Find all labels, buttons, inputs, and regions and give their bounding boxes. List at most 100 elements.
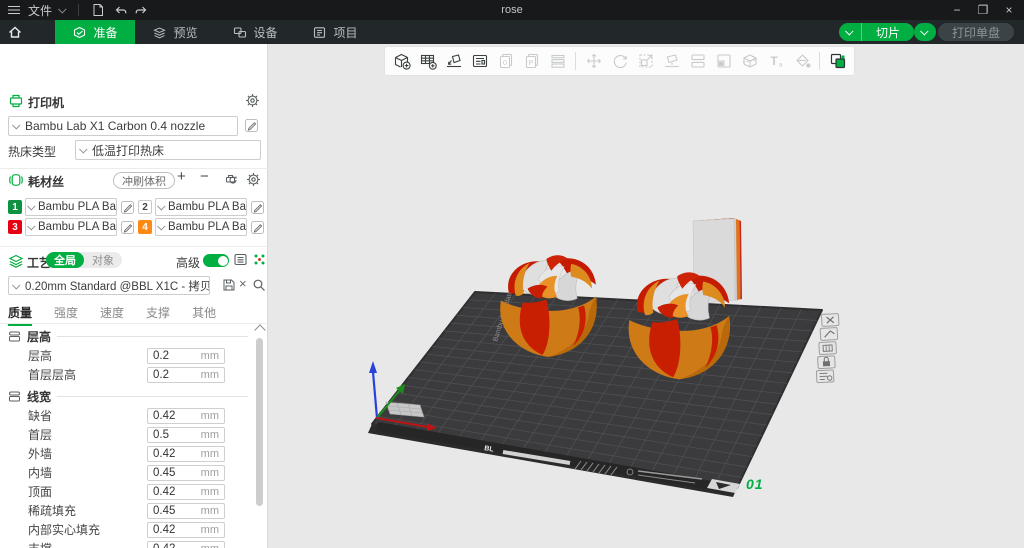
save-preset-icon[interactable] (222, 278, 236, 292)
plate-settings-icon[interactable] (819, 342, 837, 355)
variable-layer-height-icon (545, 49, 570, 73)
print-options-button[interactable] (914, 23, 936, 41)
slice-options-button[interactable] (839, 23, 862, 41)
text-icon: Ta (763, 49, 788, 73)
printer-settings-gear-icon[interactable] (245, 93, 260, 108)
hamburger-menu-icon[interactable] (8, 6, 20, 15)
advanced-toggle[interactable] (203, 254, 229, 267)
filament-chip-3[interactable]: 3 (8, 220, 22, 234)
settings-compare-icon[interactable] (252, 252, 267, 267)
param-input[interactable]: 0.42 mm (147, 484, 225, 500)
param-input[interactable]: 0.42 mm (147, 408, 225, 424)
param-unit: mm (201, 467, 219, 479)
undo-icon[interactable] (113, 3, 127, 17)
project-icon (312, 25, 327, 40)
objects-list-icon[interactable] (233, 252, 248, 267)
copy-object-icon: 0 (493, 49, 518, 73)
tab-label: 预览 (173, 24, 197, 41)
section-header-层高[interactable]: 层高 (8, 326, 252, 346)
param-input[interactable]: 0.45 mm (147, 503, 225, 519)
section-header-线宽[interactable]: 线宽 (8, 386, 252, 406)
titlebar-divider (78, 4, 79, 16)
add-filament-button[interactable]: + (177, 168, 186, 185)
tab-prepare[interactable]: 准备 (55, 20, 135, 44)
device-icon (232, 25, 247, 40)
param-row: 缺省 0.42 mm (28, 406, 252, 425)
param-input[interactable]: 0.42 mm (147, 446, 225, 462)
title-bar: 文件 rose − ❐ × (0, 0, 1024, 20)
preview-icon (152, 25, 167, 40)
param-input[interactable]: 0.42 mm (147, 522, 225, 538)
scroll-up-icon[interactable] (254, 324, 265, 335)
process-preset-select[interactable]: 0.20mm Standard @BBL X1C - 拷贝 (8, 276, 210, 295)
filament-chip-1[interactable]: 1 (8, 200, 22, 214)
delete-preset-icon[interactable]: × (239, 276, 247, 291)
slice-button[interactable]: 切片 (862, 23, 914, 41)
file-menu[interactable]: 文件 (28, 2, 52, 19)
add-model-icon[interactable] (389, 49, 414, 73)
restore-button[interactable]: ❐ (970, 0, 996, 20)
param-label: 首层 (28, 426, 148, 443)
filament-select-1[interactable]: Bambu PLA Basic (25, 198, 117, 216)
assembly-view-icon[interactable] (825, 49, 850, 73)
minimize-button[interactable]: − (944, 0, 970, 20)
print-plate-button[interactable]: 打印单盘 (938, 23, 1014, 41)
flush-volume-button[interactable]: 冲刷体积 (113, 172, 175, 189)
add-plate-icon[interactable] (415, 49, 440, 73)
section-divider (0, 168, 268, 169)
advanced-label: 高级 (176, 254, 200, 271)
remove-filament-button[interactable]: − (200, 168, 209, 185)
filament-select-3[interactable]: Bambu PLA Basic (25, 218, 117, 236)
home-button[interactable] (0, 20, 30, 44)
tab-preview[interactable]: 预览 (135, 20, 215, 44)
param-unit: mm (201, 543, 219, 548)
scope-global[interactable]: 全局 (46, 252, 84, 268)
rotate-icon (607, 49, 632, 73)
printer-preset-select[interactable]: Bambu Lab X1 Carbon 0.4 nozzle (8, 116, 238, 136)
chevron-down-icon (27, 222, 35, 230)
redo-icon[interactable] (135, 3, 149, 17)
param-input[interactable]: 0.42 mm (147, 541, 225, 548)
search-settings-icon[interactable] (252, 278, 266, 292)
delete-plate-icon[interactable] (821, 314, 839, 327)
svg-text:P: P (528, 58, 533, 67)
param-input[interactable]: 0.2 mm (147, 367, 225, 383)
param-unit: mm (201, 350, 219, 362)
chevron-down-icon (12, 281, 20, 289)
new-project-icon[interactable] (91, 3, 105, 17)
file-menu-chevron-icon[interactable] (58, 5, 66, 13)
scrollbar[interactable] (253, 324, 266, 548)
param-label: 外墙 (28, 445, 148, 462)
filament-settings-gear-icon[interactable] (246, 172, 261, 187)
plate-filament-settings-icon[interactable] (816, 370, 834, 383)
edit-printer-preset-icon[interactable] (244, 118, 259, 133)
edit-filament-icon-3[interactable] (120, 220, 135, 235)
param-input[interactable]: 0.5 mm (147, 427, 225, 443)
edit-filament-icon-1[interactable] (120, 200, 135, 215)
scope-objects[interactable]: 对象 (84, 252, 122, 268)
close-button[interactable]: × (996, 0, 1022, 20)
chevron-down-icon (845, 27, 853, 35)
scrollbar-thumb[interactable] (256, 338, 263, 506)
auto-arrange-icon[interactable] (467, 49, 492, 73)
edit-filament-icon-4[interactable] (250, 220, 265, 235)
param-input[interactable]: 0.2 mm (147, 348, 225, 364)
auto-orient-icon[interactable] (441, 49, 466, 73)
filament-select-2[interactable]: Bambu PLA Basic (155, 198, 247, 216)
edit-filament-icon-2[interactable] (250, 200, 265, 215)
lock-plate-icon[interactable] (818, 356, 836, 369)
param-label: 支撑 (28, 540, 148, 548)
filament-select-4[interactable]: Bambu PLA Basic (155, 218, 247, 236)
param-input[interactable]: 0.45 mm (147, 465, 225, 481)
scope-toggle: 全局 对象 (46, 252, 122, 268)
filament-chip-4[interactable]: 4 (138, 220, 152, 234)
filament-chip-2[interactable]: 2 (138, 200, 152, 214)
printer-section-title: 打印机 (28, 94, 64, 111)
tab-project[interactable]: 项目 (295, 20, 375, 44)
arrange-plate-icon[interactable] (820, 328, 838, 341)
sync-filament-icon[interactable] (224, 172, 240, 188)
viewport-3d[interactable]: BL Bambu Lab plate 01 (268, 44, 1024, 548)
chevron-down-icon (27, 202, 35, 210)
tab-device[interactable]: 设备 (215, 20, 295, 44)
bed-type-select[interactable]: 低温打印热床 (75, 140, 261, 160)
